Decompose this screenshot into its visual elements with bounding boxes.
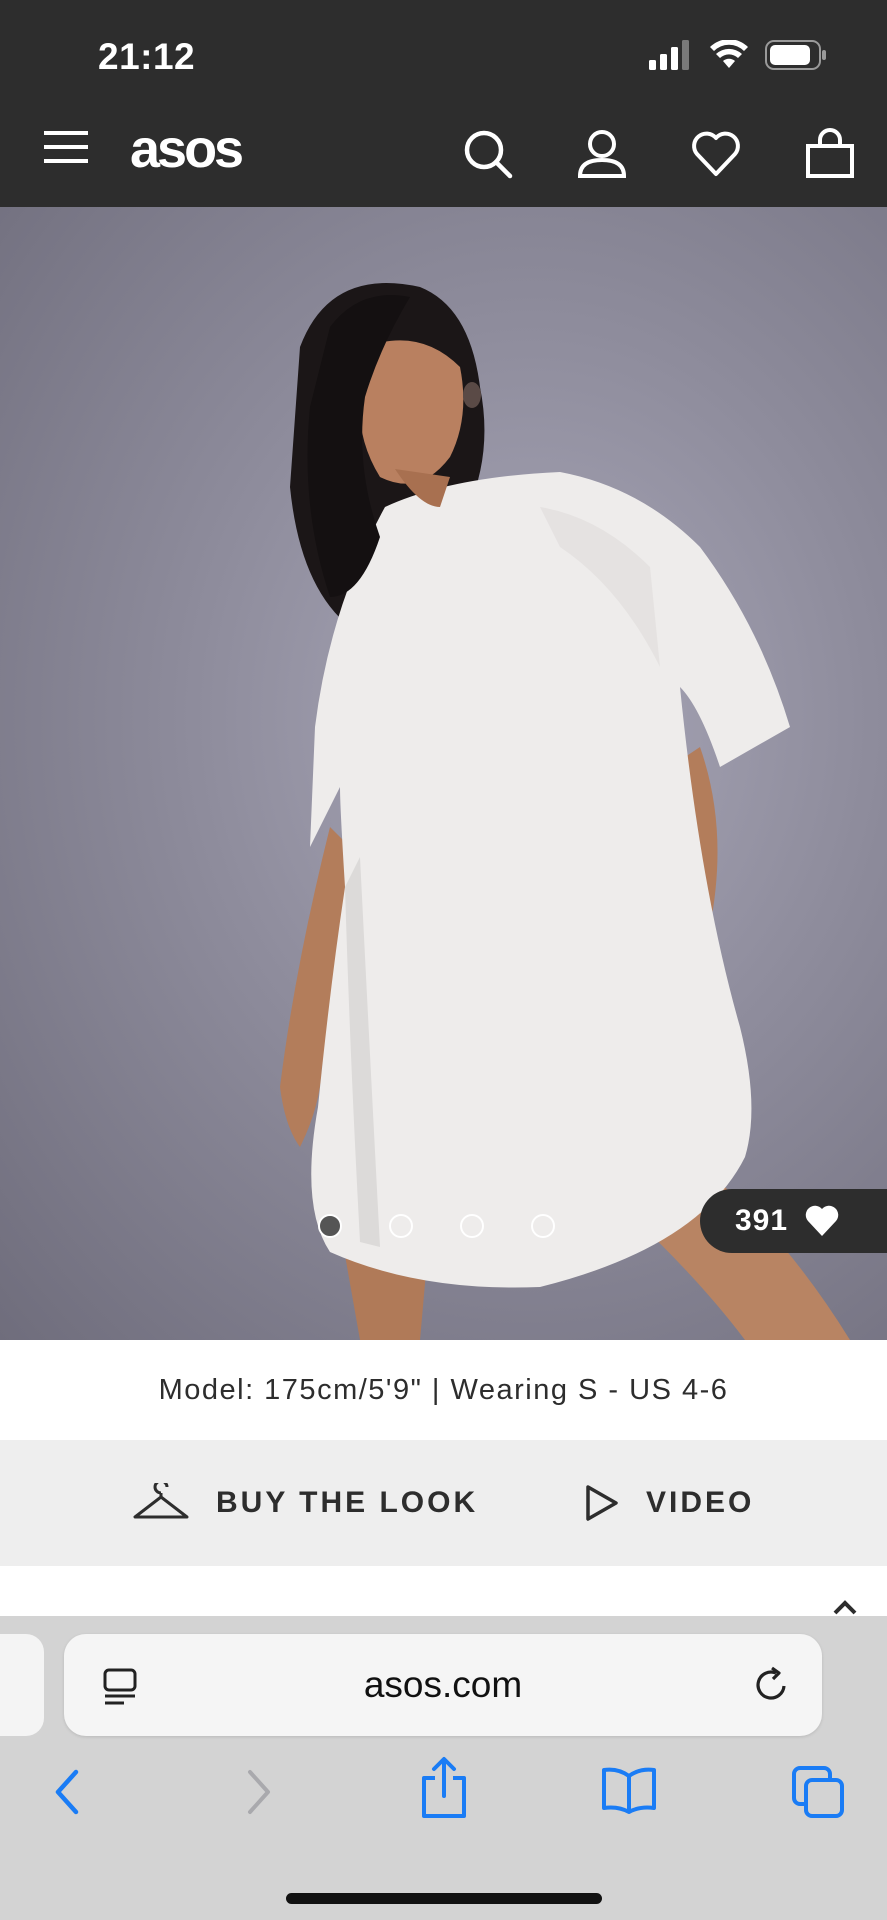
video-label: VIDEO: [646, 1486, 755, 1519]
reload-icon[interactable]: [752, 1664, 792, 1704]
tabs-icon[interactable]: [792, 1766, 844, 1818]
home-indicator[interactable]: [286, 1893, 602, 1904]
forward-icon[interactable]: [238, 1764, 278, 1820]
gallery-dot[interactable]: [389, 1214, 413, 1238]
browser-nav: [0, 1757, 887, 1854]
signal-icon: [649, 40, 689, 70]
wifi-icon: [710, 40, 748, 68]
back-icon[interactable]: [48, 1764, 88, 1820]
buy-the-look-label: BUY THE LOOK: [216, 1486, 479, 1519]
product-image[interactable]: 391: [0, 207, 887, 1340]
battery-icon: [765, 40, 826, 70]
hanger-icon: [133, 1483, 189, 1519]
save-count-badge[interactable]: 391: [700, 1189, 887, 1253]
save-count: 391: [735, 1204, 789, 1237]
gallery-dot[interactable]: [318, 1214, 342, 1238]
chevron-up-icon[interactable]: [832, 1600, 858, 1616]
buy-the-look-button[interactable]: BUY THE LOOK: [132, 1440, 478, 1566]
heart-filled-icon: [805, 1205, 839, 1236]
status-icons: [649, 40, 827, 70]
share-icon[interactable]: [418, 1756, 470, 1820]
account-icon[interactable]: [576, 128, 628, 180]
product-photo-illustration: [280, 283, 850, 1340]
bag-icon[interactable]: [804, 128, 856, 180]
menu-icon[interactable]: [44, 130, 88, 164]
wishlist-heart-icon[interactable]: [690, 128, 742, 180]
asos-logo[interactable]: asos: [130, 118, 244, 180]
address-bar[interactable]: asos.com: [64, 1634, 822, 1736]
model-info: Model: 175cm/5'9" | Wearing S - US 4-6: [158, 1373, 729, 1406]
url-text: asos.com: [363, 1664, 523, 1705]
bookmarks-icon[interactable]: [600, 1766, 658, 1814]
status-time: 21:12: [98, 36, 196, 77]
gallery-pagination: [318, 1214, 555, 1238]
site-header: 21:12 asos: [0, 0, 887, 207]
play-icon: [586, 1485, 618, 1521]
gallery-dot[interactable]: [460, 1214, 484, 1238]
search-icon[interactable]: [462, 128, 514, 180]
content-strip: [0, 1566, 887, 1616]
product-actions: BUY THE LOOK VIDEO: [0, 1440, 887, 1566]
video-button[interactable]: VIDEO: [584, 1440, 754, 1566]
gallery-dot[interactable]: [531, 1214, 555, 1238]
previous-tab-preview[interactable]: [0, 1634, 44, 1736]
browser-toolbar: asos.com: [0, 1616, 887, 1920]
